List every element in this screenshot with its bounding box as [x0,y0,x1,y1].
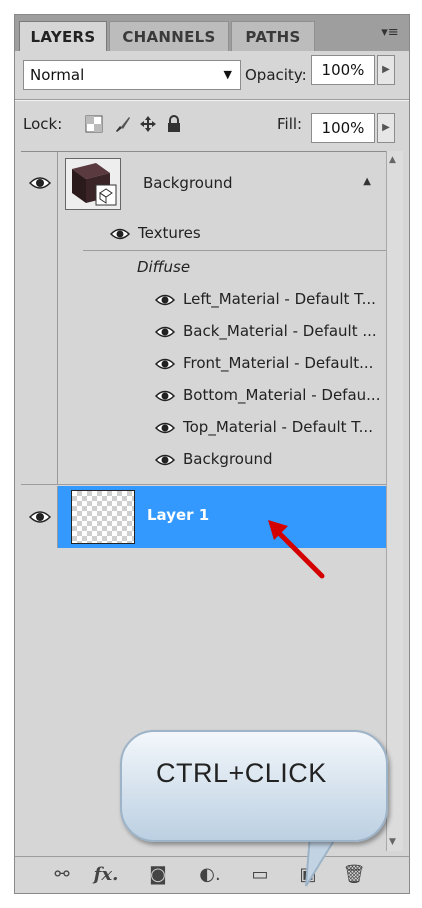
eye-icon[interactable] [155,358,175,370]
diffuse-row: Diffuse [57,252,422,284]
list-item[interactable]: Front_Material - Default... [57,348,387,380]
opacity-slider-button[interactable]: ▶ [377,55,395,85]
layer-name: Background [143,174,233,192]
fill-label: Fill: [277,115,303,133]
tab-layers[interactable]: LAYERS [19,21,107,51]
lock-position-icon[interactable] [139,115,157,133]
tab-channels[interactable]: CHANNELS [109,21,229,51]
callout-text: CTRL+CLICK [156,758,327,788]
fill-input[interactable]: 100% [311,113,375,143]
blend-opacity-row: Normal ▼ Opacity: 100% ▶ [15,55,409,97]
layer-thumbnail[interactable] [71,490,135,544]
lock-all-icon[interactable] [165,115,183,133]
lock-fill-row: Lock: Fill: 100% ▶ [15,103,409,145]
visibility-cell[interactable] [21,152,58,216]
textures-row[interactable]: Textures [57,218,422,250]
layer-row-background[interactable]: Background ▲ [21,152,387,216]
layer-row-layer-1[interactable]: Layer 1 [21,486,387,548]
opacity-label: Opacity: [245,66,307,84]
panel-tab-bar: LAYERS CHANNELS PATHS ▾≡ [15,15,409,51]
scroll-up-icon[interactable]: ▲ [389,155,396,165]
lock-label: Lock: [23,115,63,133]
layer-name: Layer 1 [147,506,210,524]
material-label: Top_Material - Default T... [183,418,373,436]
lock-transparent-pixels-icon[interactable] [85,115,103,133]
visibility-cell[interactable] [21,486,58,548]
divider [57,216,58,484]
blend-mode-value: Normal [30,66,85,84]
eye-icon[interactable] [29,510,51,524]
divider [15,100,409,101]
material-label: Back_Material - Default ... [183,322,377,340]
fx-icon[interactable]: fx. [93,863,119,887]
eye-icon[interactable] [155,390,175,402]
fill-slider-button[interactable]: ▶ [377,113,395,143]
material-label: Front_Material - Default... [183,354,374,372]
eye-icon[interactable] [155,422,175,434]
blend-mode-select[interactable]: Normal ▼ [23,60,241,90]
eye-icon[interactable] [110,228,130,240]
link-layers-icon[interactable]: ⚯ [49,863,75,887]
opacity-input[interactable]: 100% [311,55,375,85]
tab-paths[interactable]: PATHS [231,21,315,51]
layer-thumbnail [65,158,121,210]
callout: CTRL+CLICK [120,730,398,887]
material-label: Bottom_Material - Defau... [183,386,381,404]
divider [21,484,387,485]
eye-icon[interactable] [29,176,51,190]
textures-label: Textures [138,224,201,242]
eye-icon[interactable] [155,326,175,338]
eye-icon[interactable] [155,294,175,306]
list-item[interactable]: Background [57,444,387,476]
lock-image-pixels-icon[interactable] [113,115,131,133]
annotation-arrow-icon [268,520,325,579]
material-label: Background [183,450,273,468]
list-item[interactable]: Bottom_Material - Defau... [57,380,387,412]
list-item[interactable]: Back_Material - Default ... [57,316,387,348]
eye-icon[interactable] [155,454,175,466]
panel-menu-icon[interactable]: ▾≡ [379,25,401,43]
diffuse-label: Diffuse [137,258,191,276]
material-label: Left_Material - Default T... [183,290,376,308]
divider [83,250,387,251]
collapse-arrow-icon[interactable]: ▲ [363,176,371,187]
list-item[interactable]: Left_Material - Default T... [57,284,387,316]
list-item[interactable]: Top_Material - Default T... [57,412,387,444]
chevron-down-icon: ▼ [223,68,232,81]
